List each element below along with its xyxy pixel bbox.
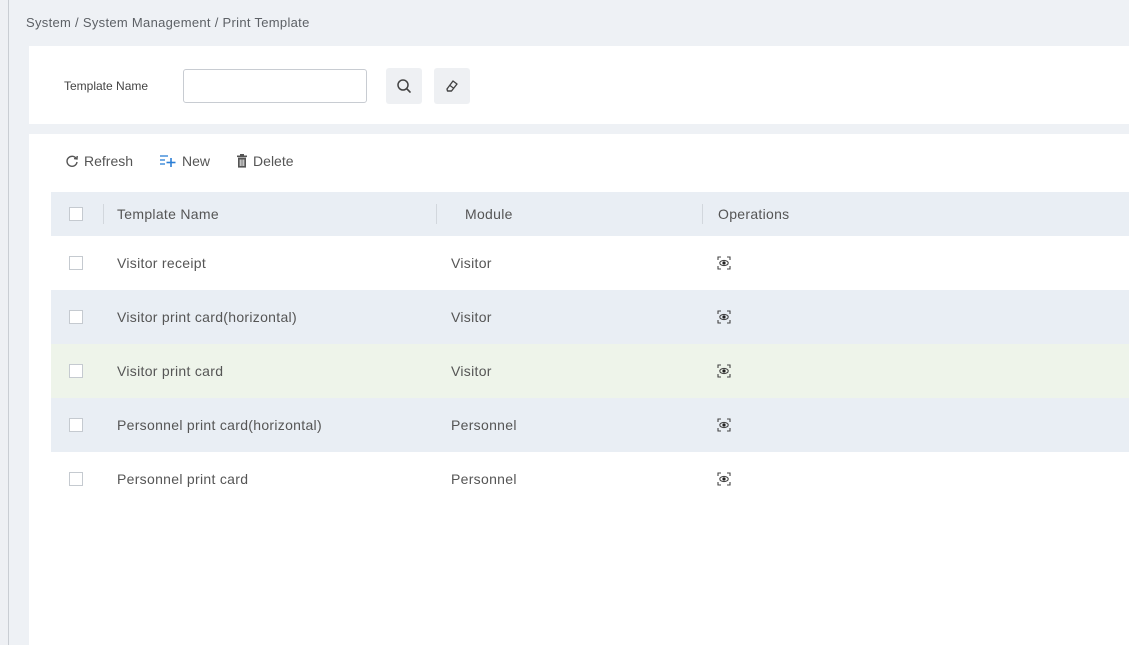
view-button[interactable] — [717, 418, 731, 432]
search-button[interactable] — [386, 68, 422, 104]
refresh-button[interactable]: Refresh — [65, 153, 133, 169]
view-eye-icon — [717, 310, 731, 324]
table-row[interactable]: Visitor print card Visitor — [51, 344, 1129, 398]
row-module: Personnel — [451, 417, 517, 433]
select-all-checkbox[interactable] — [69, 207, 83, 221]
new-label: New — [182, 153, 211, 169]
search-panel: Template Name — [29, 46, 1129, 124]
table-row[interactable]: Personnel print card Personnel — [51, 452, 1129, 506]
column-divider[interactable] — [702, 204, 703, 224]
view-button[interactable] — [717, 472, 731, 486]
row-template-name: Visitor print card — [117, 363, 224, 379]
refresh-label: Refresh — [84, 153, 134, 169]
template-table: Template Name Module Operations Visitor … — [51, 192, 1129, 506]
template-name-input[interactable] — [183, 69, 367, 103]
search-label: Template Name — [64, 79, 149, 93]
delete-button[interactable]: Delete — [236, 153, 294, 169]
view-button[interactable] — [717, 256, 731, 270]
refresh-icon — [66, 155, 78, 167]
header-template-name[interactable]: Template Name — [117, 192, 219, 236]
row-checkbox[interactable] — [69, 364, 83, 378]
row-checkbox[interactable] — [69, 310, 83, 324]
view-eye-icon — [717, 472, 731, 486]
search-icon — [397, 79, 411, 93]
column-divider[interactable] — [436, 204, 437, 224]
row-template-name: Personnel print card(horizontal) — [117, 417, 322, 433]
toolbar: Refresh New Delete — [65, 151, 294, 171]
main-panel: Refresh New Delete Template Name Module … — [29, 134, 1129, 645]
header-operations: Operations — [718, 206, 790, 222]
row-template-name: Visitor print card(horizontal) — [117, 309, 297, 325]
delete-label: Delete — [253, 153, 294, 169]
select-all-cell — [69, 192, 83, 236]
header-module[interactable]: Module — [465, 192, 513, 236]
breadcrumb: System / System Management / Print Templ… — [26, 15, 310, 30]
row-checkbox[interactable] — [69, 418, 83, 432]
table-header: Template Name Module Operations — [51, 192, 1129, 236]
clear-button[interactable] — [434, 68, 470, 104]
table-row[interactable]: Personnel print card(horizontal) Personn… — [51, 398, 1129, 452]
view-eye-icon — [717, 418, 731, 432]
eraser-icon — [446, 80, 458, 92]
row-module: Visitor — [451, 309, 492, 325]
row-checkbox[interactable] — [69, 256, 83, 270]
view-eye-icon — [717, 256, 731, 270]
row-template-name: Visitor receipt — [117, 255, 207, 271]
table-row[interactable]: Visitor receipt Visitor — [51, 236, 1129, 290]
row-module: Visitor — [451, 255, 492, 271]
view-eye-icon — [717, 364, 731, 378]
row-checkbox[interactable] — [69, 472, 83, 486]
view-button[interactable] — [717, 310, 731, 324]
table-row[interactable]: Visitor print card(horizontal) Visitor — [51, 290, 1129, 344]
view-button[interactable] — [717, 364, 731, 378]
trash-icon — [237, 154, 248, 168]
app-frame: System / System Management / Print Templ… — [8, 0, 1129, 645]
row-module: Personnel — [451, 471, 517, 487]
row-module: Visitor — [451, 363, 492, 379]
row-template-name: Personnel print card — [117, 471, 249, 487]
new-button[interactable]: New — [159, 153, 210, 169]
column-divider[interactable] — [103, 204, 104, 224]
add-list-icon — [160, 155, 176, 167]
